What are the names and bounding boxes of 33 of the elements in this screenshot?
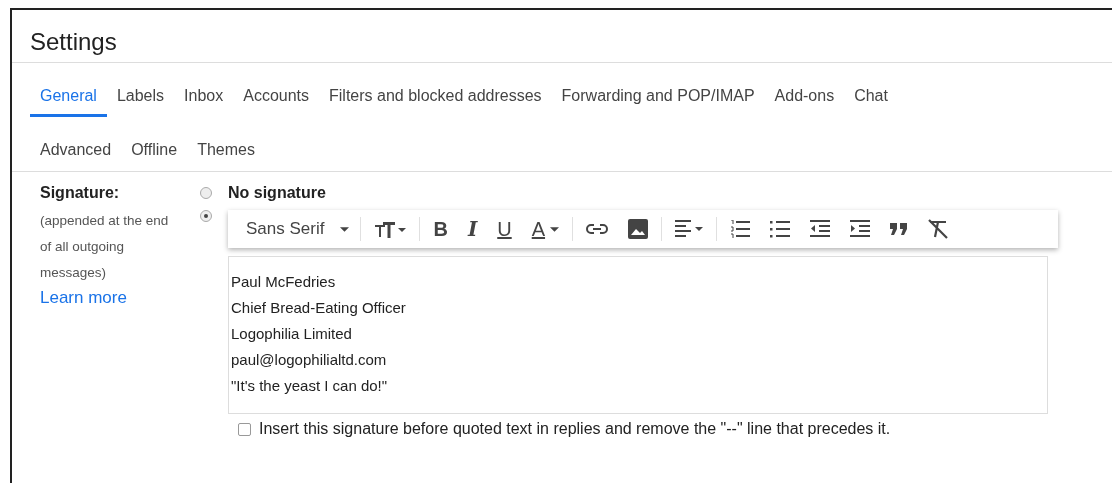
settings-tab[interactable]: Add-ons [764,63,845,117]
settings-tab[interactable]: Chat [844,63,898,117]
checkbox-label: Insert this signature before quoted text in replies and remove the "--" line that precedes it. [259,420,891,438]
font-dropdown[interactable]: Sans Serif [236,215,358,243]
settings-tab[interactable]: Offline [121,117,188,171]
underline-button[interactable]: U [487,215,522,243]
signature-description: (appended at the end of all outgoing messages) [40,212,170,282]
signature-editor[interactable]: Paul McFedries Chief Bread-Eating Officer Logophilia Limited paul@logophilialtd.com "It's the yeast I can do!" [228,256,1048,414]
settings-tab[interactable]: Advanced [30,117,122,171]
page-title: Settings [29,27,118,57]
radio-button[interactable] [200,210,212,222]
no-signature-label: No signature [228,184,327,202]
checkbox[interactable] [238,422,251,436]
settings-tab[interactable]: General [30,63,107,117]
settings-tab[interactable]: Forwarding and POP/IMAP [551,63,765,117]
settings-tab[interactable]: Filters and blocked addresses [319,63,552,117]
settings-tab[interactable]: Accounts [233,63,320,117]
signature-line: "It's the yeast I can do!" [231,376,389,396]
signature-line: Logophilia Limited [231,324,353,344]
settings-tab[interactable]: Labels [106,63,175,117]
settings-tab[interactable]: Inbox [174,63,234,117]
signature-line: Paul McFedries [231,272,337,292]
settings-tab[interactable]: Themes [187,117,265,171]
text-color-button[interactable]: A [521,215,570,243]
italic-button[interactable]: I [457,215,488,243]
learn-more-link[interactable]: Learn more [40,288,127,308]
signature-line: paul@logophilialtd.com [231,350,388,370]
caret-icon [550,226,560,232]
radio-button[interactable] [200,187,212,199]
signature-line: Chief Bread-Eating Officer [231,298,407,318]
caret-icon [340,226,350,232]
bold-button[interactable]: B [423,215,458,243]
signature-label: Signature: [40,184,121,202]
